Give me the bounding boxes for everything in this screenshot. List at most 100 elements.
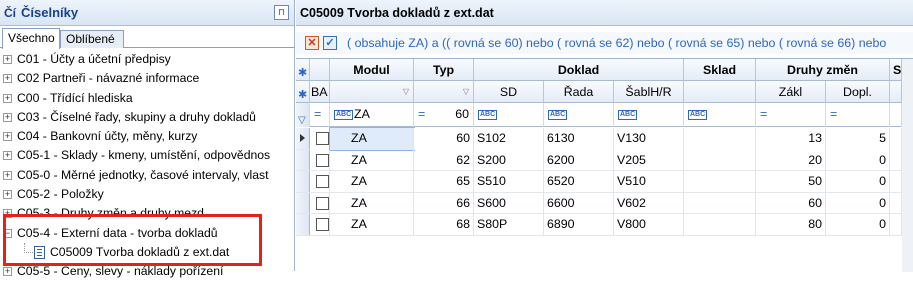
header-sablhr[interactable]: ŠablH/R bbox=[614, 81, 684, 103]
cell-typ[interactable]: 66 bbox=[414, 192, 474, 215]
header-doklad[interactable]: Doklad bbox=[474, 59, 684, 81]
table-row[interactable]: ZA 60 S102 6130 V130 13 5 bbox=[296, 127, 913, 151]
expand-icon[interactable]: + bbox=[3, 55, 12, 64]
cell-extra[interactable] bbox=[890, 171, 902, 193]
filter-funnel-icon[interactable]: ▽ bbox=[403, 81, 409, 103]
cell-sd[interactable]: S80P bbox=[474, 214, 544, 236]
filter-cell-typ[interactable]: = 60 bbox=[414, 103, 474, 127]
cell-dopl[interactable]: 0 bbox=[826, 149, 890, 172]
header-typ[interactable]: Typ bbox=[414, 59, 474, 81]
cell-dopl[interactable]: 0 bbox=[826, 192, 890, 215]
filter-funnel-icon[interactable]: ▽ bbox=[463, 81, 469, 103]
cell-dopl[interactable]: 5 bbox=[826, 128, 890, 150]
cell-typ[interactable]: 60 bbox=[414, 128, 474, 150]
cell-rada[interactable]: 6130 bbox=[544, 128, 614, 150]
tree-node[interactable]: + C05-2 - Položky bbox=[0, 185, 294, 204]
header-modul-filter[interactable]: ▽ bbox=[330, 81, 414, 103]
cell-sklad[interactable] bbox=[684, 128, 756, 150]
cell-extra[interactable] bbox=[890, 214, 902, 236]
cell-sd[interactable]: S200 bbox=[474, 149, 544, 172]
expand-icon[interactable]: + bbox=[3, 190, 12, 200]
header-s[interactable]: S bbox=[890, 59, 902, 81]
header-rada[interactable]: Řada bbox=[544, 81, 614, 103]
cell-dopl[interactable]: 0 bbox=[826, 171, 890, 193]
cell-extra[interactable] bbox=[890, 128, 902, 150]
cell-modul[interactable]: ZA bbox=[330, 149, 414, 172]
row-header[interactable] bbox=[296, 149, 310, 171]
tree-node[interactable]: + C01 - Účty a účetní předpisy bbox=[0, 50, 294, 69]
cell-modul[interactable]: ZA bbox=[330, 214, 414, 236]
tree-node[interactable]: + C00 - Třídící hlediska bbox=[0, 89, 294, 108]
row-checkbox[interactable] bbox=[316, 132, 329, 145]
header-sklad[interactable]: Sklad bbox=[684, 59, 756, 81]
cell-sablhr[interactable]: V510 bbox=[614, 171, 684, 193]
header-dopl[interactable]: Dopl. bbox=[826, 81, 890, 103]
header-ba[interactable]: BA bbox=[310, 81, 330, 103]
filter-cell-zakl[interactable]: = bbox=[756, 103, 826, 127]
row-checkbox[interactable] bbox=[316, 175, 329, 189]
cell-typ[interactable]: 68 bbox=[414, 214, 474, 236]
cell-modul[interactable]: ZA bbox=[330, 192, 414, 215]
tree-node[interactable]: + C05-1 - Sklady - kmeny, umístění, odpov… bbox=[0, 146, 294, 165]
cell-sklad[interactable] bbox=[684, 149, 756, 172]
expand-icon[interactable]: + bbox=[3, 170, 12, 180]
filter-cell-sklad[interactable]: ABC bbox=[684, 103, 756, 127]
tree-node[interactable]: + C04 - Bankovní účty, měny, kurzy bbox=[0, 127, 294, 146]
filter-cell-ba[interactable]: = bbox=[310, 103, 330, 127]
tree-node[interactable]: + C02 Partneři - návazné informace bbox=[0, 69, 294, 88]
table-row[interactable]: ZA 68 S80P 6890 V800 80 0 bbox=[296, 214, 913, 236]
row-header[interactable] bbox=[296, 214, 310, 235]
cell-sablhr[interactable]: V130 bbox=[614, 128, 684, 150]
cell-sd[interactable]: S600 bbox=[474, 192, 544, 215]
cell-zakl[interactable]: 50 bbox=[756, 171, 826, 193]
tree-node[interactable]: + C05-0 - Měrné jednotky, časové interval… bbox=[0, 166, 294, 185]
filter-cell-sablhr[interactable]: ABC bbox=[614, 103, 684, 127]
cell-sd[interactable]: S510 bbox=[474, 171, 544, 193]
row-checkbox[interactable] bbox=[316, 196, 329, 210]
table-row[interactable]: ZA 65 S510 6520 V510 50 0 bbox=[296, 171, 913, 193]
checkmark-icon[interactable]: ✓ bbox=[323, 36, 337, 50]
header-druhy-zmen[interactable]: Druhy změn bbox=[756, 59, 890, 81]
cell-sklad[interactable] bbox=[684, 214, 756, 236]
row-checkbox[interactable] bbox=[316, 218, 329, 232]
cell-zakl[interactable]: 20 bbox=[756, 149, 826, 172]
cell-sd[interactable]: S102 bbox=[474, 128, 544, 150]
cell-sablhr[interactable]: V800 bbox=[614, 214, 684, 236]
cell-modul[interactable]: ZA bbox=[330, 171, 414, 193]
expand-icon[interactable]: + bbox=[3, 132, 12, 142]
filter-cell-sd[interactable]: ABC bbox=[474, 103, 544, 127]
cell-sklad[interactable] bbox=[684, 171, 756, 193]
header-modul[interactable]: Modul bbox=[330, 59, 414, 81]
table-row[interactable]: ZA 66 S600 6600 V602 60 0 bbox=[296, 192, 913, 215]
row-header[interactable] bbox=[296, 171, 310, 192]
row-header[interactable] bbox=[296, 128, 310, 149]
cell-sablhr[interactable]: V602 bbox=[614, 192, 684, 215]
expand-icon[interactable]: + bbox=[3, 74, 12, 84]
filter-expression[interactable]: ( obsahuje ZA) a (( rovná se 60) nebo ( … bbox=[347, 36, 886, 50]
cell-rada[interactable]: 6600 bbox=[544, 192, 614, 215]
tab-favorites[interactable]: Oblíbené bbox=[60, 30, 124, 48]
filter-cell[interactable] bbox=[890, 103, 902, 127]
filter-cell-modul[interactable]: ABC ZA bbox=[330, 103, 414, 127]
filter-cell-dopl[interactable]: = bbox=[826, 103, 890, 127]
cell-typ[interactable]: 65 bbox=[414, 171, 474, 193]
cell-dopl[interactable]: 0 bbox=[826, 214, 890, 236]
cell-extra[interactable] bbox=[890, 149, 902, 172]
row-header[interactable] bbox=[296, 192, 310, 214]
tree-node[interactable]: + C03 - Číselné řady, skupiny a druhy dok… bbox=[0, 108, 294, 127]
cell-rada[interactable]: 6520 bbox=[544, 171, 614, 193]
expand-icon[interactable]: + bbox=[3, 267, 12, 277]
cell-rada[interactable]: 6890 bbox=[544, 214, 614, 236]
expand-icon[interactable]: + bbox=[3, 151, 12, 161]
cell-zakl[interactable]: 80 bbox=[756, 214, 826, 236]
header-sd[interactable]: SD bbox=[474, 81, 544, 103]
cell-zakl[interactable]: 13 bbox=[756, 128, 826, 150]
row-checkbox[interactable] bbox=[316, 153, 329, 167]
filter-cell-rada[interactable]: ABC bbox=[544, 103, 614, 127]
pin-icon[interactable]: ⊓ bbox=[274, 5, 289, 20]
cell-sablhr[interactable]: V205 bbox=[614, 149, 684, 172]
table-row[interactable]: ZA 62 S200 6200 V205 20 0 bbox=[296, 149, 913, 172]
cell-rada[interactable]: 6200 bbox=[544, 149, 614, 172]
tab-all[interactable]: Všechno bbox=[2, 28, 60, 49]
cell-typ[interactable]: 62 bbox=[414, 149, 474, 172]
